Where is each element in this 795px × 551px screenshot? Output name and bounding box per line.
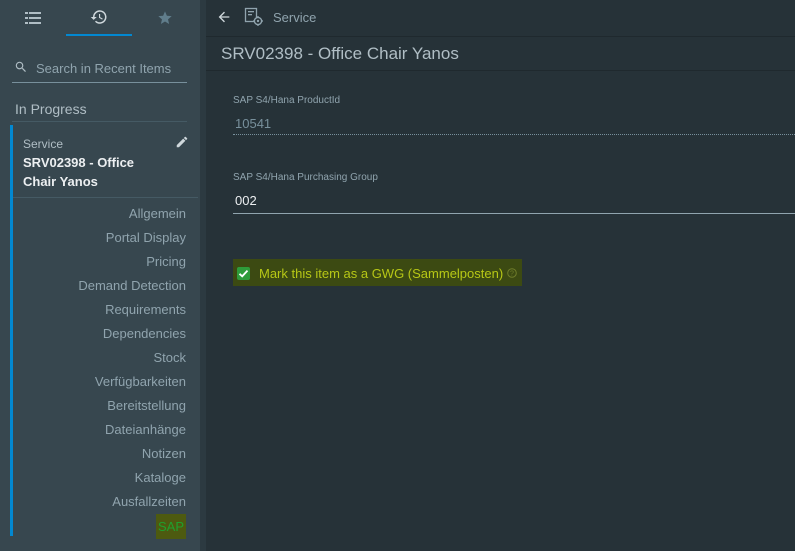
svg-text:?: ? [510,271,514,278]
nav-item-kataloge[interactable]: Kataloge [78,466,186,490]
nav-item-notizen[interactable]: Notizen [78,442,186,466]
search-input[interactable] [34,56,188,80]
search-icon [15,61,26,72]
topbar: Service [206,0,795,37]
product-id-label: SAP S4/Hana ProductId [233,95,341,106]
field-underline [233,213,795,214]
help-icon[interactable]: ? [507,268,517,278]
purchasing-group-field[interactable]: 002 [235,193,257,208]
item-nav: Allgemein Portal Display Pricing Demand … [78,202,186,540]
check-icon [238,269,249,278]
service-settings-icon [244,7,263,26]
page-title: SRV02398 - Office Chair Yanos [221,44,459,63]
divider [13,197,198,198]
nav-item-portal-display[interactable]: Portal Display [78,226,186,250]
list-icon [25,12,41,24]
product-id-field: 10541 [235,116,272,131]
section-title: In Progress [15,101,87,117]
nav-item-pricing[interactable]: Pricing [78,250,186,274]
tab-history[interactable] [66,0,132,36]
item-title[interactable]: SRV02398 - Office Chair Yanos [23,153,163,191]
sidebar-resize-handle[interactable] [200,0,206,551]
search-box [12,54,188,83]
tab-list[interactable] [0,0,66,36]
gwg-checkbox-label[interactable]: Mark this item as a GWG (Sammelposten) [259,266,503,281]
nav-item-demand-detection[interactable]: Demand Detection [78,274,186,298]
star-icon [158,11,172,24]
breadcrumb-label: Service [273,10,317,25]
nav-item-verfuegbarkeiten[interactable]: Verfügbarkeiten [78,370,186,394]
field-underline [233,134,795,135]
recent-item-card: Service SRV02398 - Office Chair Yanos Al… [10,125,198,539]
nav-item-requirements[interactable]: Requirements [78,298,186,322]
nav-item-bereitstellung[interactable]: Bereitstellung [78,394,186,418]
divider [12,121,187,122]
sidebar-tabs [0,0,200,36]
gwg-checkbox[interactable] [237,267,250,280]
nav-item-dependencies[interactable]: Dependencies [78,322,186,346]
sidebar: In Progress Service SRV02398 - Office Ch… [0,0,200,551]
edit-icon[interactable] [175,135,189,149]
purchasing-group-label: SAP S4/Hana Purchasing Group [233,172,378,183]
nav-item-sap[interactable]: SAP [155,514,186,539]
tab-favorites[interactable] [132,0,198,36]
back-arrow-icon[interactable] [216,9,232,25]
nav-item-stock[interactable]: Stock [78,346,186,370]
gwg-checkbox-row[interactable]: Mark this item as a GWG (Sammelposten) ? [233,259,522,286]
divider [206,70,795,71]
nav-item-ausfallzeiten[interactable]: Ausfallzeiten [78,490,186,514]
nav-item-allgemein[interactable]: Allgemein [78,202,186,226]
item-type: Service [23,137,64,151]
history-icon [90,10,107,24]
nav-item-dateianhaenge[interactable]: Dateianhänge [78,418,186,442]
